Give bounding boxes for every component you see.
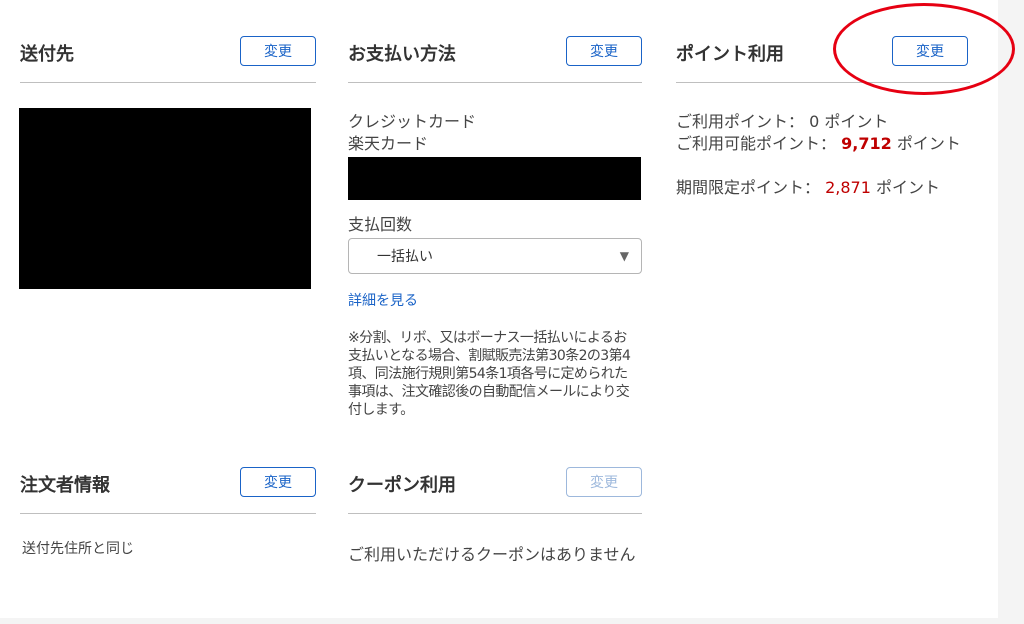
page-margin-right [998,0,1024,624]
payment-change-button[interactable]: 変更 [566,36,642,66]
highlight-annotation [833,3,1015,95]
used-points-line: ご利用ポイント： 0 ポイント [676,111,966,133]
used-points-label: ご利用ポイント： [676,112,805,131]
orderer-header: 注文者情報 変更 [20,465,316,514]
used-points-unit: ポイント [824,112,889,131]
limited-points-unit: ポイント [876,178,941,197]
limited-points-label: 期間限定ポイント： [676,178,821,197]
page-margin-bottom [0,618,1024,624]
payment-method-line2: 楽天カード [348,134,429,153]
orderer-title: 注文者情報 [20,475,110,496]
payment-method-line1: クレジットカード [348,112,477,131]
available-points-value: 9,712 [841,134,892,153]
payment-header: お支払い方法 変更 [348,34,642,83]
details-link[interactable]: 詳細を見る [348,290,418,310]
payment-section: お支払い方法 変更 クレジットカード 楽天カード 支払回数 一括払い ▼ 詳細を… [348,34,642,418]
installments-value: 一括払い [377,249,433,265]
coupon-title: クーポン利用 [348,475,456,496]
available-points-unit: ポイント [896,134,961,153]
card-number-redacted [348,157,641,200]
payment-notice: ※分割、リボ、又はボーナス一括払いによるお支払いとなる場合、割賦販売法第30条2… [348,330,631,418]
coupon-info: ご利用いただけるクーポンはありません [348,545,636,564]
limited-points-value: 2,871 [825,178,871,197]
limited-points-line: 期間限定ポイント： 2,871 ポイント [676,177,966,199]
installments-select[interactable]: 一括払い ▼ [348,238,642,274]
payment-title: お支払い方法 [348,44,456,65]
coupon-change-button[interactable]: 変更 [566,467,642,497]
available-points-line: ご利用可能ポイント： 9,712 ポイント [676,133,966,155]
orderer-info: 送付先住所と同じ [22,541,134,557]
orderer-section: 注文者情報 変更 送付先住所と同じ [20,465,316,557]
chevron-down-icon: ▼ [619,249,629,263]
coupon-section: クーポン利用 変更 ご利用いただけるクーポンはありません [348,465,642,564]
available-points-label: ご利用可能ポイント： [676,134,837,153]
installments-label: 支払回数 [348,215,413,234]
orderer-change-button[interactable]: 変更 [240,467,316,497]
shipping-change-button[interactable]: 変更 [240,36,316,66]
shipping-section: 送付先 変更 [20,34,316,83]
used-points-value: 0 [809,112,820,131]
shipping-header: 送付先 変更 [20,34,316,83]
points-title: ポイント利用 [676,44,784,65]
coupon-header: クーポン利用 変更 [348,465,642,514]
shipping-address-redacted [19,108,311,289]
shipping-title: 送付先 [20,44,74,65]
